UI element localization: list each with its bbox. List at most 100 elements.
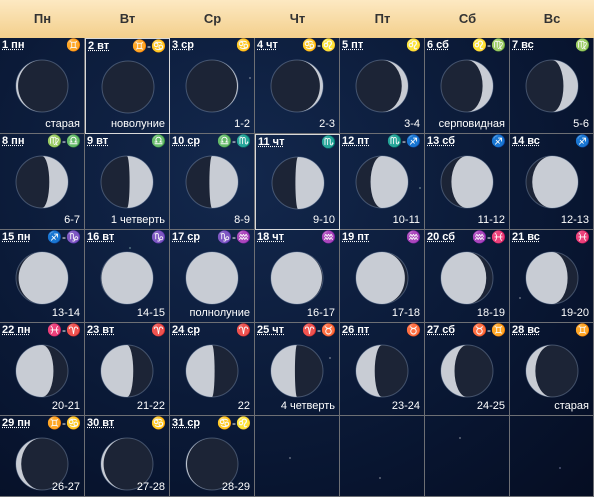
moon-phase-icon (99, 343, 155, 399)
day-label[interactable]: 2 вт (88, 40, 109, 52)
day-label[interactable]: 29 пн (2, 417, 31, 429)
weekday-3: Чт (289, 11, 306, 26)
zodiac-sign: ♌-♍ (472, 38, 506, 52)
day-label[interactable]: 13 сб (427, 135, 455, 147)
day-label[interactable]: 17 ср (172, 231, 200, 243)
day-label[interactable]: 18 чт (257, 231, 284, 243)
day-cell[interactable]: 3 ср ♋ 1-2 (170, 38, 255, 134)
day-label[interactable]: 16 вт (87, 231, 114, 243)
zodiac-sign: ♏ (321, 135, 336, 149)
day-label[interactable]: 4 чт (257, 39, 278, 51)
moon-phase-icon (184, 154, 240, 210)
day-label[interactable]: 14 вс (512, 135, 540, 147)
day-cell[interactable]: 9 вт ♎ 1 четверть (85, 134, 170, 230)
day-label[interactable]: 19 пт (342, 231, 369, 243)
day-label[interactable]: 28 вс (512, 324, 540, 336)
day-cell[interactable]: 30 вт ♋ 27-28 (85, 416, 170, 497)
day-cell[interactable]: 11 чт ♏ 9-10 (255, 134, 340, 230)
day-cell[interactable]: 17 ср ♑-♒ полнолуние (170, 230, 255, 323)
lunar-day-label: полнолуние (189, 307, 250, 319)
day-cell[interactable]: 23 вт ♈ 21-22 (85, 323, 170, 416)
moon-phase-icon (354, 154, 410, 210)
lunar-day-label: 12-13 (560, 214, 589, 226)
lunar-day-label: 16-17 (306, 307, 335, 319)
day-cell[interactable]: 14 вс ♐ 12-13 (510, 134, 594, 230)
lunar-day-label: 22 (237, 400, 250, 412)
day-label[interactable]: 1 пн (2, 39, 24, 51)
lunar-day-label: 4 четверть (280, 400, 335, 412)
day-cell[interactable]: 8 пн ♍-♎ 6-7 (0, 134, 85, 230)
lunar-day-label: 1-2 (234, 118, 250, 130)
zodiac-sign: ♒ (321, 230, 336, 244)
day-cell[interactable]: 19 пт ♒ 17-18 (340, 230, 425, 323)
day-label[interactable]: 30 вт (87, 417, 114, 429)
day-label[interactable]: 11 чт (258, 136, 284, 148)
day-label[interactable]: 31 ср (172, 417, 200, 429)
zodiac-sign: ♎ (151, 134, 166, 148)
day-cell[interactable]: 18 чт ♒ 16-17 (255, 230, 340, 323)
lunar-day-label: 27-28 (136, 481, 165, 493)
day-label[interactable]: 26 пт (342, 324, 369, 336)
day-cell[interactable]: 26 пт ♉ 23-24 (340, 323, 425, 416)
day-cell[interactable]: 22 пн ♓-♈ 20-21 (0, 323, 85, 416)
day-cell[interactable]: 16 вт ♑ 14-15 (85, 230, 170, 323)
zodiac-sign: ♊ (575, 323, 590, 337)
day-cell[interactable]: 15 пн ♐-♑ 13-14 (0, 230, 85, 323)
day-cell[interactable]: 12 пт ♏-♐ 10-11 (340, 134, 425, 230)
day-label[interactable]: 10 ср (172, 135, 200, 147)
moon-phase-icon (524, 58, 580, 114)
lunar-day-label: 19-20 (560, 307, 589, 319)
day-cell[interactable]: 7 вс ♍ 5-6 (510, 38, 594, 134)
weekday-2: Ср (203, 11, 222, 26)
day-label[interactable]: 15 пн (2, 231, 31, 243)
day-cell[interactable]: 27 сб ♉-♊ 24-25 (425, 323, 510, 416)
day-cell[interactable]: 2 вт ♊-♋ новолуние (85, 38, 170, 134)
moon-phase-icon (14, 250, 70, 306)
moon-phase-icon (184, 250, 240, 306)
day-label[interactable]: 20 сб (427, 231, 455, 243)
day-label[interactable]: 9 вт (87, 135, 108, 147)
day-cell[interactable]: 5 пт ♌ 3-4 (340, 38, 425, 134)
zodiac-sign: ♒-♓ (472, 230, 506, 244)
day-cell[interactable]: 1 пн ♊ старая (0, 38, 85, 134)
zodiac-sign: ♋ (236, 38, 251, 52)
day-label[interactable]: 5 пт (342, 39, 363, 51)
day-cell[interactable]: 21 вс ♓ 19-20 (510, 230, 594, 323)
day-label[interactable]: 23 вт (87, 324, 114, 336)
day-cell[interactable]: 24 ср ♈ 22 (170, 323, 255, 416)
day-label[interactable]: 3 ср (172, 39, 194, 51)
zodiac-sign: ♈-♉ (302, 323, 336, 337)
day-cell[interactable]: 31 ср ♋-♌ 28-29 (170, 416, 255, 497)
day-cell[interactable]: 10 ср ♎-♏ 8-9 (170, 134, 255, 230)
day-cell[interactable]: 29 пн ♊-♋ 26-27 (0, 416, 85, 497)
moon-phase-icon (354, 343, 410, 399)
day-cell[interactable]: 28 вс ♊ старая (510, 323, 594, 416)
weekday-1: Вт (119, 11, 136, 26)
day-label[interactable]: 27 сб (427, 324, 455, 336)
lunar-day-label: 2-3 (319, 118, 335, 130)
day-cell[interactable]: 20 сб ♒-♓ 18-19 (425, 230, 510, 323)
day-cell[interactable]: 6 сб ♌-♍ серповидная (425, 38, 510, 134)
day-label[interactable]: 12 пт (342, 135, 369, 147)
moon-phase-icon (270, 155, 326, 211)
lunar-day-label: 5-6 (573, 118, 589, 130)
day-cell[interactable]: 25 чт ♈-♉ 4 четверть (255, 323, 340, 416)
day-label[interactable]: 8 пн (2, 135, 24, 147)
lunar-day-label: 6-7 (64, 214, 80, 226)
lunar-day-label: 24-25 (476, 400, 505, 412)
day-cell[interactable]: 4 чт ♋-♌ 2-3 (255, 38, 340, 134)
lunar-day-label: 3-4 (404, 118, 420, 130)
zodiac-sign: ♉-♊ (472, 323, 506, 337)
zodiac-sign: ♒ (406, 230, 421, 244)
lunar-day-label: серповидная (438, 118, 505, 130)
day-label[interactable]: 6 сб (427, 39, 449, 51)
day-label[interactable]: 21 вс (512, 231, 540, 243)
day-label[interactable]: 22 пн (2, 324, 31, 336)
moon-phase-icon (439, 343, 495, 399)
weekday-header: Пн Вт Ср Чт Пт Сб Вс (0, 0, 594, 39)
day-label[interactable]: 24 ср (172, 324, 200, 336)
day-cell[interactable]: 13 сб ♐ 11-12 (425, 134, 510, 230)
day-label[interactable]: 7 вс (512, 39, 534, 51)
zodiac-sign: ♐-♑ (47, 230, 81, 244)
day-label[interactable]: 25 чт (257, 324, 284, 336)
